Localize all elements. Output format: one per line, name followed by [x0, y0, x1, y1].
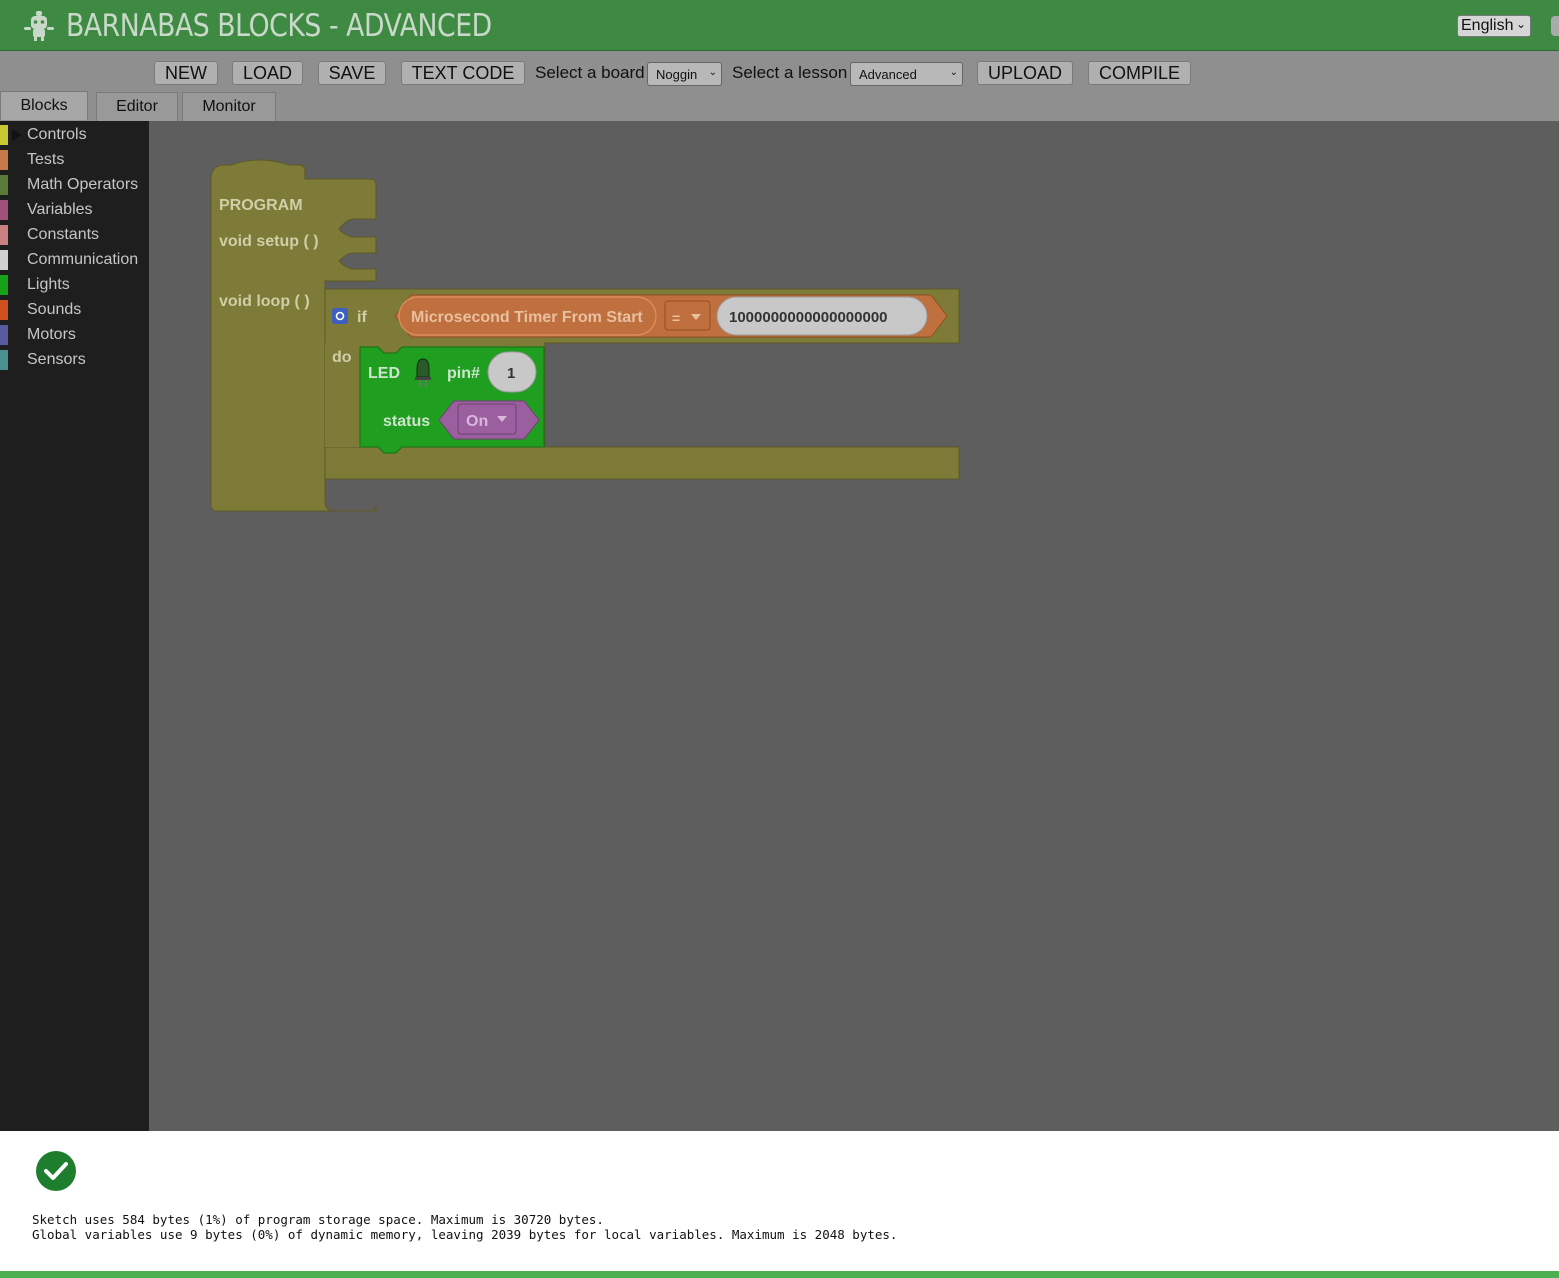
category-color-swatch — [0, 175, 8, 195]
block-workspace[interactable]: PROGRAM void setup ( ) void loop ( ) if … — [149, 121, 1559, 1131]
compile-output-panel: Sketch uses 584 bytes (1%) of program st… — [0, 1131, 1559, 1271]
led-label: LED — [368, 365, 400, 382]
log-line: Sketch uses 584 bytes (1%) of program st… — [32, 1212, 604, 1227]
category-communication[interactable]: Communication — [0, 250, 149, 272]
tab-blocks[interactable]: Blocks — [0, 91, 88, 120]
board-select[interactable]: Noggin ⌄ — [647, 62, 722, 86]
chevron-down-icon: ⌄ — [1515, 17, 1526, 31]
side-panel-handle[interactable] — [1551, 16, 1559, 36]
if-block-footer — [324, 446, 960, 480]
log-line: Global variables use 9 bytes (0%) of dyn… — [32, 1227, 898, 1242]
led-block[interactable] — [359, 346, 545, 454]
upload-button[interactable]: UPLOAD — [977, 61, 1073, 85]
category-label: Variables — [27, 201, 93, 218]
board-value: Noggin — [656, 67, 698, 82]
pin-label: pin# — [447, 365, 480, 382]
tab-editor[interactable]: Editor — [96, 92, 178, 121]
block-canvas: PROGRAM void setup ( ) void loop ( ) if … — [210, 159, 960, 512]
caret-right-icon — [12, 129, 21, 141]
status-value[interactable]: On — [466, 413, 488, 430]
setup-label: void setup ( ) — [219, 233, 319, 250]
category-color-swatch — [0, 325, 8, 345]
language-select[interactable]: English ⌄ — [1457, 15, 1531, 37]
save-button[interactable]: SAVE — [318, 61, 386, 85]
success-check-icon — [36, 1151, 76, 1191]
lesson-label: Select a lesson — [732, 63, 848, 82]
category-constants[interactable]: Constants — [0, 225, 149, 247]
compile-log: Sketch uses 584 bytes (1%) of program st… — [32, 1212, 897, 1242]
category-color-swatch — [0, 200, 8, 220]
category-tests[interactable]: Tests — [0, 150, 149, 172]
compile-button[interactable]: COMPILE — [1088, 61, 1191, 85]
program-label: PROGRAM — [219, 197, 303, 214]
category-controls[interactable]: Controls — [0, 125, 149, 147]
view-tabs: Blocks Editor Monitor — [0, 91, 1559, 122]
robot-logo-icon — [24, 11, 54, 41]
category-color-swatch — [0, 125, 8, 145]
lesson-select[interactable]: Advanced ⌄ — [850, 62, 963, 86]
app-header: BARNABAS BLOCKS - ADVANCED English ⌄ — [0, 0, 1559, 51]
lesson-value: Advanced — [859, 67, 917, 82]
category-sounds[interactable]: Sounds — [0, 300, 149, 322]
category-color-swatch — [0, 150, 8, 170]
status-bar — [0, 1271, 1559, 1278]
category-label: Communication — [27, 251, 139, 268]
category-color-swatch — [0, 225, 8, 245]
category-label: Tests — [27, 151, 65, 168]
timer-label[interactable]: Microsecond Timer From Start — [411, 309, 643, 326]
status-label: status — [383, 413, 430, 430]
loop-label: void loop ( ) — [219, 293, 310, 310]
category-sensors[interactable]: Sensors — [0, 350, 149, 372]
category-label: Sensors — [27, 351, 86, 368]
board-label: Select a board — [535, 63, 645, 82]
gear-icon[interactable] — [332, 308, 348, 324]
if-label: if — [357, 309, 367, 326]
pin-value[interactable]: 1 — [507, 365, 515, 382]
load-button[interactable]: LOAD — [232, 61, 303, 85]
block-category-toolbox: Controls Tests Math Operators Variables … — [0, 121, 149, 1131]
text-code-button[interactable]: TEXT CODE — [401, 61, 525, 85]
category-color-swatch — [0, 275, 8, 295]
compare-value[interactable]: 1000000000000000000 — [729, 309, 888, 326]
category-lights[interactable]: Lights — [0, 275, 149, 297]
category-math-operators[interactable]: Math Operators — [0, 175, 149, 197]
chevron-down-icon: ⌄ — [949, 67, 958, 78]
category-label: Lights — [27, 276, 70, 293]
category-label: Constants — [27, 226, 100, 243]
toolbar: NEW LOAD SAVE TEXT CODE Select a board N… — [0, 51, 1559, 91]
category-color-swatch — [0, 250, 8, 270]
category-label: Math Operators — [27, 176, 139, 193]
app-title: BARNABAS BLOCKS - ADVANCED — [66, 8, 492, 44]
new-button[interactable]: NEW — [154, 61, 218, 85]
operator-value[interactable]: = — [672, 310, 680, 326]
tab-monitor[interactable]: Monitor — [182, 92, 276, 121]
language-value: English — [1461, 17, 1514, 34]
category-motors[interactable]: Motors — [0, 325, 149, 347]
category-label: Sounds — [27, 301, 82, 318]
chevron-down-icon: ⌄ — [708, 67, 717, 78]
do-label: do — [332, 349, 352, 366]
category-color-swatch — [0, 300, 8, 320]
category-variables[interactable]: Variables — [0, 200, 149, 222]
category-label: Controls — [27, 126, 87, 143]
category-color-swatch — [0, 350, 8, 370]
category-label: Motors — [27, 326, 76, 343]
